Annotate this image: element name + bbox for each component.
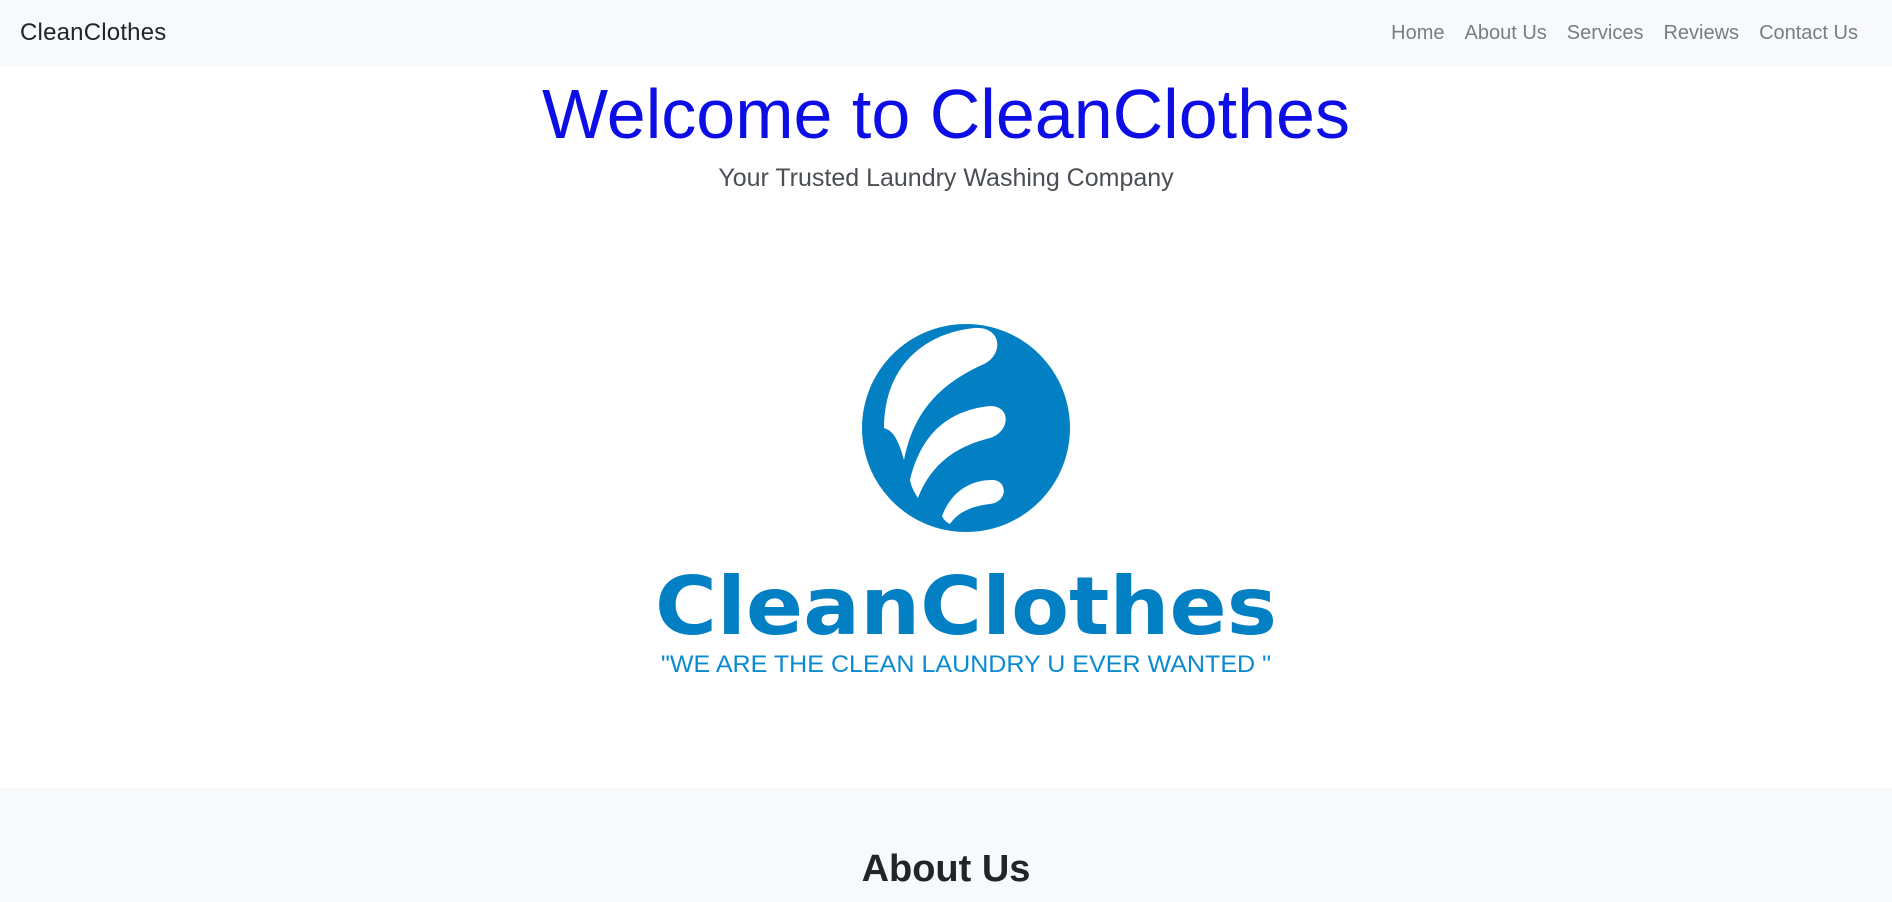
- logo-image: CleanClothes "WE ARE THE CLEAN LAUNDRY U…: [655, 324, 1277, 678]
- about-section: About Us: [0, 788, 1892, 902]
- nav-links: Home About Us Services Reviews Contact U…: [1381, 22, 1868, 45]
- logo-wordmark: CleanClothes: [655, 560, 1277, 653]
- company-logo: CleanClothes "WE ARE THE CLEAN LAUNDRY U…: [652, 320, 1280, 680]
- hero-title: Welcome to CleanClothes: [542, 75, 1350, 153]
- about-title: About Us: [861, 848, 1031, 890]
- nav-link-home[interactable]: Home: [1381, 22, 1454, 45]
- nav-link-about-us[interactable]: About Us: [1455, 22, 1557, 45]
- logo-tagline: "WE ARE THE CLEAN LAUNDRY U EVER WANTED …: [661, 651, 1271, 678]
- nav-link-contact-us[interactable]: Contact Us: [1749, 22, 1868, 45]
- navbar: CleanClothes Home About Us Services Revi…: [0, 0, 1892, 66]
- nav-link-services[interactable]: Services: [1557, 22, 1654, 45]
- hero-section: Welcome to CleanClothes Your Trusted Lau…: [0, 66, 1892, 788]
- nav-link-reviews[interactable]: Reviews: [1653, 22, 1749, 45]
- hero-subtitle: Your Trusted Laundry Washing Company: [718, 164, 1174, 192]
- navbar-brand[interactable]: CleanClothes: [20, 19, 166, 47]
